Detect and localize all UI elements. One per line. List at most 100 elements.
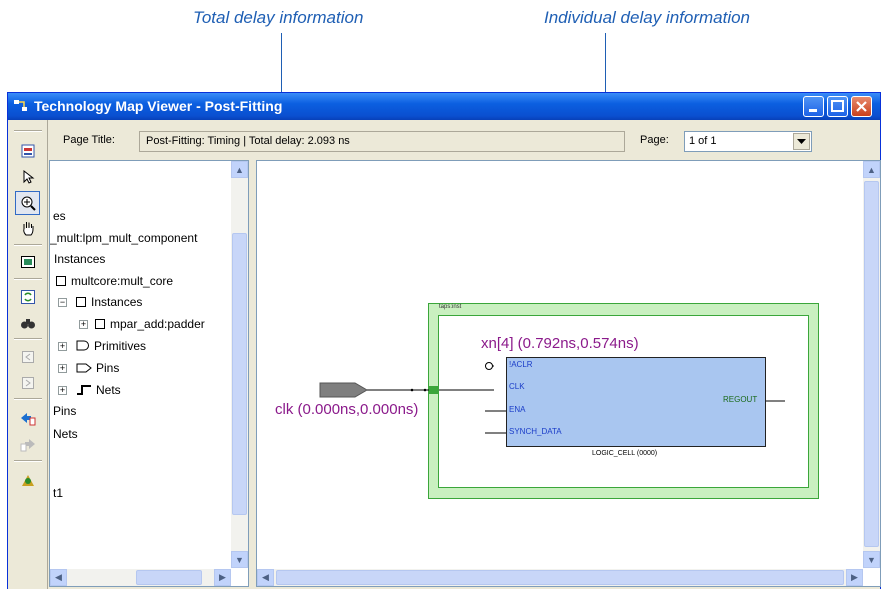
back-button[interactable] — [15, 345, 40, 369]
scroll-right-button[interactable]: ▶ — [214, 569, 231, 586]
maximize-icon — [831, 100, 844, 112]
port-clk: CLK — [509, 382, 525, 391]
toolbar-separator — [14, 460, 42, 462]
refresh-icon — [20, 290, 35, 304]
fit-window-icon — [20, 256, 35, 268]
schematic-vertical-scrollbar[interactable]: ▲ ▼ — [863, 161, 880, 568]
tree-item[interactable]: Pins — [53, 404, 76, 418]
forward-icon — [21, 377, 34, 389]
expand-toggle[interactable]: + — [58, 386, 67, 395]
toolbar-separator — [14, 338, 42, 340]
tree-item[interactable]: multcore:mult_core — [56, 274, 173, 288]
tree-item[interactable]: Nets — [53, 427, 78, 441]
left-toolbar — [8, 120, 48, 589]
page-title-value: Post-Fitting: Timing | Total delay: 2.09… — [146, 135, 350, 147]
scroll-down-button[interactable]: ▼ — [231, 551, 248, 568]
pin-icon — [76, 363, 92, 373]
find-button[interactable] — [15, 311, 40, 335]
go-back-button[interactable] — [15, 406, 40, 430]
total-delay-callout: Total delay information — [193, 8, 364, 27]
scroll-thumb[interactable] — [864, 181, 879, 547]
tree-item[interactable]: mpar_add:padder — [95, 317, 205, 331]
minimize-button[interactable] — [803, 96, 824, 117]
hand-icon — [22, 222, 33, 236]
tree-item[interactable]: Instances — [76, 295, 142, 309]
scroll-right-button[interactable]: ▶ — [846, 569, 863, 586]
cell-delay-label: xn[4] (0.792ns,0.574ns) — [481, 335, 639, 352]
port-synch-data: SYNCH_DATA — [509, 427, 562, 436]
port-ena: ENA — [509, 405, 526, 414]
hierarchy-vertical-scrollbar[interactable]: ▲ ▼ — [231, 161, 248, 568]
scroll-thumb[interactable] — [232, 233, 247, 515]
tree-item-label: Instances — [54, 252, 106, 266]
close-button[interactable] — [851, 96, 872, 117]
tree-item-label: es — [53, 209, 66, 223]
port-regout: REGOUT — [723, 395, 758, 404]
schematic-pane: taps:inst !ACLR CLK ENA SYNCH_DATA REGOU… — [256, 160, 881, 587]
toolbar-separator — [14, 130, 42, 132]
tree-item[interactable]: Primitives — [76, 339, 146, 353]
forward-button[interactable] — [15, 371, 40, 395]
tree-item[interactable]: t1 — [53, 486, 63, 500]
page-setup-button[interactable] — [15, 139, 40, 163]
scroll-thumb[interactable] — [276, 570, 844, 585]
app-icon — [14, 100, 27, 111]
scroll-left-button[interactable]: ◀ — [257, 569, 274, 586]
tree-item-label: t1 — [53, 486, 64, 500]
toolbar-separator — [14, 278, 42, 280]
clk-delay-label: clk (0.000ns,0.000ns) — [275, 401, 419, 418]
tree-item-label: mpar_add:padder — [110, 317, 205, 331]
scroll-up-button[interactable]: ▲ — [231, 161, 248, 178]
window-title: Technology Map Viewer - Post-Fitting — [34, 98, 283, 114]
collapse-toggle[interactable]: − — [58, 298, 67, 307]
individual-delay-callout: Individual delay information — [544, 8, 751, 27]
tree-item-label: Nets — [96, 383, 121, 397]
expand-toggle[interactable]: + — [58, 364, 67, 373]
tree-item[interactable]: Pins — [76, 361, 119, 375]
scroll-down-button[interactable]: ▼ — [863, 551, 880, 568]
refresh-button[interactable] — [15, 285, 40, 309]
go-forward-button[interactable] — [15, 432, 40, 456]
tree-item-label: Instances — [91, 295, 143, 309]
page-setup-icon — [21, 144, 34, 158]
tree-item-label: _mult:lpm_mult_component — [50, 231, 198, 245]
page-title-label: Page Title: — [63, 134, 115, 146]
tree-item-label: Pins — [96, 361, 120, 375]
expand-toggle[interactable]: + — [79, 320, 88, 329]
scroll-up-button[interactable]: ▲ — [863, 161, 880, 178]
tree-item-label: multcore:mult_core — [71, 274, 174, 288]
technology-map-viewer-window: Technology Map Viewer - Post-Fitting Pag… — [7, 92, 881, 589]
schematic-horizontal-scrollbar[interactable]: ◀ ▶ — [257, 569, 863, 586]
hand-tool-button[interactable] — [15, 216, 40, 240]
port-aclr: !ACLR — [509, 360, 533, 369]
scroll-left-button[interactable]: ◀ — [50, 569, 67, 586]
go-back-icon — [20, 413, 35, 426]
instance-icon — [76, 297, 86, 307]
tree-item-label: Nets — [53, 427, 78, 441]
title-bar[interactable]: Technology Map Viewer - Post-Fitting — [8, 93, 880, 120]
hierarchy-horizontal-scrollbar[interactable]: ◀ ▶ — [50, 569, 231, 586]
page-select-dropdown-button[interactable] — [793, 133, 810, 150]
tree-item[interactable]: _mult:lpm_mult_component — [50, 231, 197, 245]
tree-item[interactable]: Nets — [76, 383, 121, 397]
zoom-tool-button[interactable] — [15, 191, 40, 215]
tree-item-label: Primitives — [94, 339, 147, 353]
instance-icon — [56, 276, 66, 286]
selection-tool-button[interactable] — [15, 165, 40, 189]
page-select[interactable]: 1 of 1 — [684, 131, 812, 152]
toolbar-separator — [14, 244, 42, 246]
schematic-canvas[interactable]: taps:inst !ACLR CLK ENA SYNCH_DATA REGOU… — [257, 161, 863, 569]
clk-input-pin — [319, 382, 368, 398]
cell-name: LOGIC_CELL (0000) — [592, 450, 658, 457]
maximize-button[interactable] — [827, 96, 848, 117]
scroll-thumb[interactable] — [136, 570, 202, 585]
close-icon — [856, 101, 867, 112]
instance-icon — [95, 319, 105, 329]
netlist-navigator-button[interactable] — [15, 468, 40, 492]
expand-toggle[interactable]: + — [58, 342, 67, 351]
pointer-icon — [23, 169, 34, 184]
fit-in-window-button[interactable] — [15, 250, 40, 274]
tree-item-label: Pins — [53, 404, 77, 418]
tree-item[interactable]: Instances — [54, 252, 105, 266]
tree-item[interactable]: es — [53, 209, 66, 223]
